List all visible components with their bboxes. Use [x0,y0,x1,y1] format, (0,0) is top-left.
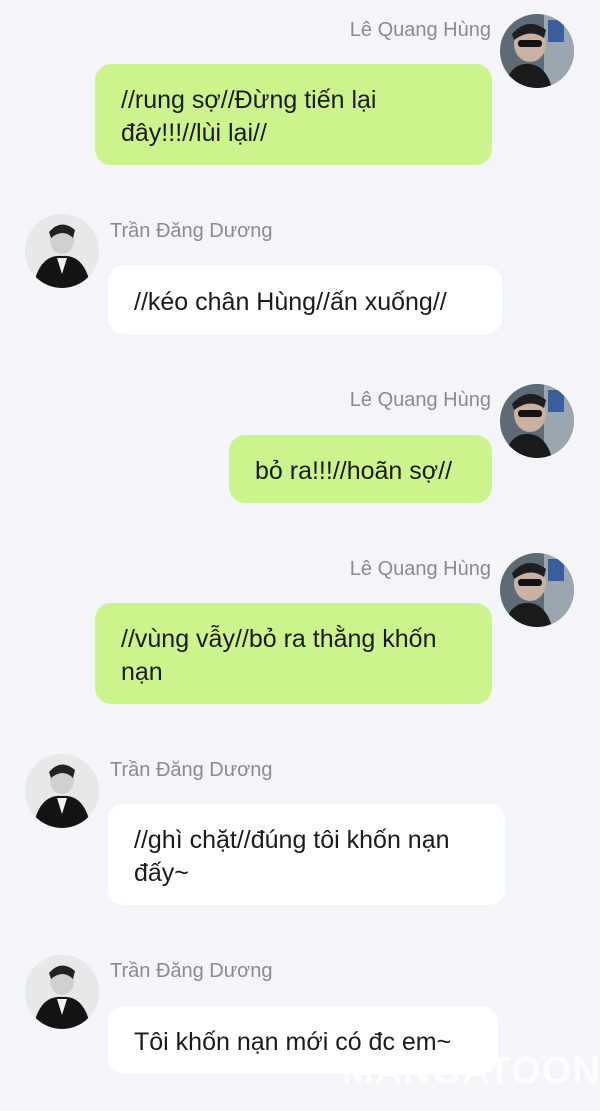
sender-name: Lê Quang Hùng [349,389,491,411]
avatar-other-image [25,754,99,828]
message-bubble[interactable]: //vùng vẫy//bỏ ra thằng khốn nạn [95,603,492,704]
sender-name: Trần Đăng Dương [110,220,273,242]
sender-name: Lê Quang Hùng [349,558,491,580]
avatar[interactable] [500,14,574,88]
message-bubble[interactable]: //ghì chặt//đúng tôi khốn nạn đấy~ [108,804,505,905]
watermark: MANGATOON [342,1050,600,1092]
avatar-other-image [25,955,99,1029]
avatar[interactable] [25,754,99,828]
sender-name: Lê Quang Hùng [349,19,491,41]
sender-name: Trần Đăng Dương [110,960,273,982]
avatar-me-image [500,384,574,458]
avatar-me-image [500,14,574,88]
message-bubble[interactable]: //kéo chân Hùng//ấn xuống// [108,266,502,334]
avatar[interactable] [25,955,99,1029]
avatar[interactable] [500,553,574,627]
avatar[interactable] [25,214,99,288]
chat-thread: Lê Quang Hùng //rung sợ//Đừng tiến lại đ… [0,0,600,1111]
avatar[interactable] [500,384,574,458]
message-bubble[interactable]: //rung sợ//Đừng tiến lại đây!!!//lùi lại… [95,64,492,165]
sender-name: Trần Đăng Dương [110,759,273,781]
avatar-me-image [500,553,574,627]
message-bubble[interactable]: bỏ ra!!!//hoãn sợ// [229,435,492,503]
avatar-other-image [25,214,99,288]
